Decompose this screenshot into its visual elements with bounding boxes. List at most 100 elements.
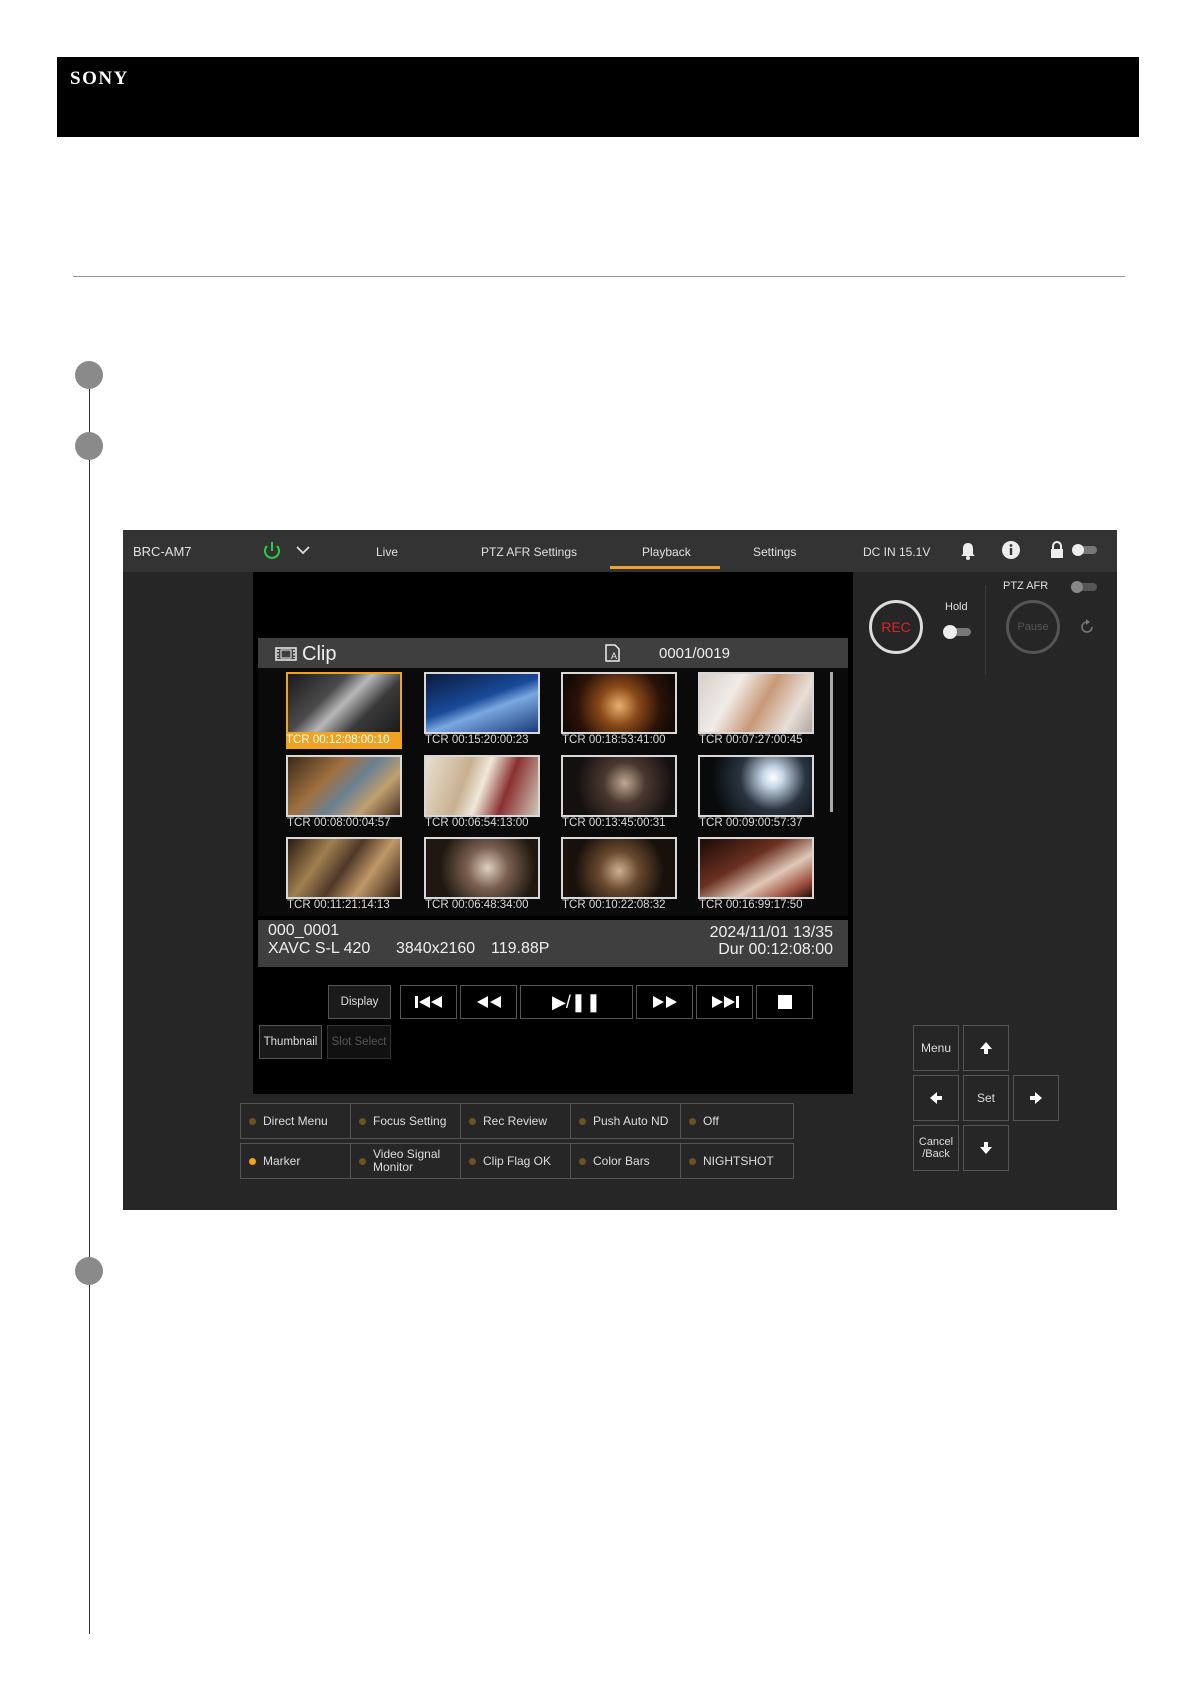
step-marker-2 <box>75 432 103 460</box>
clip-timecode: TCR 00:18:53:41:00 <box>562 734 666 746</box>
bell-icon[interactable] <box>959 541 977 561</box>
clip-thumbnail[interactable] <box>424 755 540 817</box>
lock-icon[interactable] <box>1049 541 1065 559</box>
assign-button-label: Off <box>703 1114 719 1128</box>
assign-button-color-bars[interactable]: Color Bars <box>570 1143 684 1179</box>
stop-button[interactable] <box>756 985 813 1019</box>
prev-clip-button[interactable] <box>400 985 457 1019</box>
status-led <box>359 1157 366 1165</box>
assign-button-nightshot[interactable]: NIGHTSHOT <box>680 1143 794 1179</box>
hold-label: Hold <box>945 601 968 613</box>
status-led <box>249 1157 256 1165</box>
thumbnail-scrollbar[interactable] <box>830 672 833 812</box>
clip-thumbnail[interactable] <box>698 837 814 899</box>
arrow-up-icon <box>980 1042 992 1054</box>
clip-codec: XAVC S-L 420 <box>268 940 371 957</box>
clip-thumbnail[interactable] <box>698 755 814 817</box>
clip-duration: Dur 00:12:08:00 <box>718 941 833 958</box>
next-clip-button[interactable] <box>696 985 753 1019</box>
web-app-screenshot: BRC-AM7 Live PTZ AFR Settings Playback S… <box>123 530 1117 1210</box>
clip-thumbnail[interactable] <box>561 672 677 734</box>
cancel-back-button[interactable]: Cancel /Back <box>913 1125 959 1171</box>
clip-thumbnail[interactable] <box>561 755 677 817</box>
pause-button[interactable]: Pause <box>1006 600 1060 654</box>
status-led <box>469 1157 476 1165</box>
arrow-down-icon <box>980 1142 992 1154</box>
assign-button-label: NIGHTSHOT <box>703 1154 774 1168</box>
clip-thumbnail[interactable] <box>286 672 402 734</box>
fast-forward-button[interactable] <box>636 985 693 1019</box>
reset-icon[interactable] <box>1078 618 1096 636</box>
assign-button-push-auto-nd[interactable]: Push Auto ND <box>570 1103 684 1139</box>
left-blank-panel <box>123 572 253 1210</box>
stop-icon <box>777 995 792 1009</box>
assign-button-marker[interactable]: Marker <box>240 1143 354 1179</box>
tab-playback[interactable]: Playback <box>642 545 691 559</box>
clip-resolution: 3840x2160 <box>396 940 476 957</box>
active-tab-indicator <box>610 566 720 569</box>
assign-button-off[interactable]: Off <box>680 1103 794 1139</box>
step-connector-line <box>89 375 90 1634</box>
assign-button-direct-menu[interactable]: Direct Menu <box>240 1103 354 1139</box>
status-led <box>579 1117 586 1125</box>
assign-button-rec-review[interactable]: Rec Review <box>460 1103 574 1139</box>
slot-select-button[interactable]: Slot Select <box>327 1025 391 1059</box>
clip-list-title: Clip <box>302 643 337 665</box>
assign-button-label: Push Auto ND <box>593 1114 669 1128</box>
clip-name: 000_0001 <box>268 922 340 939</box>
assign-button-label: Marker <box>263 1154 301 1168</box>
menu-button[interactable]: Menu <box>913 1025 959 1071</box>
hold-toggle[interactable] <box>941 624 973 640</box>
clip-thumbnail[interactable] <box>286 755 402 817</box>
chevron-down-icon[interactable] <box>295 544 311 556</box>
tab-live[interactable]: Live <box>376 545 398 559</box>
status-led <box>579 1157 586 1165</box>
power-icon[interactable] <box>261 540 283 562</box>
assign-button-clip-flag-ok[interactable]: Clip Flag OK <box>460 1143 574 1179</box>
clip-list-header <box>258 638 848 668</box>
lock-toggle[interactable] <box>1071 543 1099 557</box>
svg-text:A: A <box>611 651 617 661</box>
clip-timecode: TCR 00:16:99:17:50 <box>699 899 803 911</box>
rewind-button[interactable] <box>460 985 517 1019</box>
model-name: BRC-AM7 <box>133 544 192 559</box>
clip-timecode: TCR 00:06:54:13:00 <box>425 817 529 829</box>
play-pause-button[interactable]: ▶/❚❚ <box>520 985 633 1019</box>
ptz-afr-toggle[interactable] <box>1069 580 1099 594</box>
down-button[interactable] <box>963 1125 1009 1171</box>
clip-thumbnail[interactable] <box>698 672 814 734</box>
left-button[interactable] <box>913 1075 959 1121</box>
display-button[interactable]: Display <box>328 985 391 1019</box>
clip-timecode: TCR 00:08:00:04:57 <box>287 817 391 829</box>
fast-forward-icon <box>652 996 677 1008</box>
assign-button-focus-setting[interactable]: Focus Setting <box>350 1103 464 1139</box>
skip-back-icon <box>414 996 442 1008</box>
clip-counter: 0001/0019 <box>659 645 730 662</box>
play-pause-icon: ▶/❚❚ <box>551 991 601 1012</box>
clip-frame-rate: 119.88P <box>491 940 550 957</box>
rewind-icon <box>476 996 501 1008</box>
info-icon[interactable] <box>1001 540 1021 560</box>
assign-button-label: Rec Review <box>483 1114 548 1128</box>
step-marker-1 <box>75 361 103 389</box>
assign-button-video-signal-monitor[interactable]: Video Signal Monitor <box>350 1143 464 1179</box>
set-button[interactable]: Set <box>963 1075 1009 1121</box>
tab-ptz-afr-settings[interactable]: PTZ AFR Settings <box>481 545 577 559</box>
tab-settings[interactable]: Settings <box>753 545 796 559</box>
header-rule <box>73 276 1125 277</box>
status-led <box>689 1117 696 1125</box>
up-button[interactable] <box>963 1025 1009 1071</box>
rec-button[interactable]: REC <box>869 600 923 654</box>
assign-button-label: Clip Flag OK <box>483 1154 552 1168</box>
clip-timecode: TCR 00:12:08:00:10 <box>286 734 402 749</box>
clip-thumbnail[interactable] <box>561 837 677 899</box>
status-led <box>689 1157 696 1165</box>
clip-thumbnail[interactable] <box>424 837 540 899</box>
clip-thumbnail[interactable] <box>286 837 402 899</box>
right-button[interactable] <box>1013 1075 1059 1121</box>
assign-button-label: Video Signal Monitor <box>373 1147 441 1174</box>
clip-thumbnail[interactable] <box>424 672 540 734</box>
power-status-text: DC IN 15.1V <box>863 545 931 559</box>
assign-button-label: Direct Menu <box>263 1114 328 1128</box>
thumbnail-button[interactable]: Thumbnail <box>259 1025 322 1059</box>
